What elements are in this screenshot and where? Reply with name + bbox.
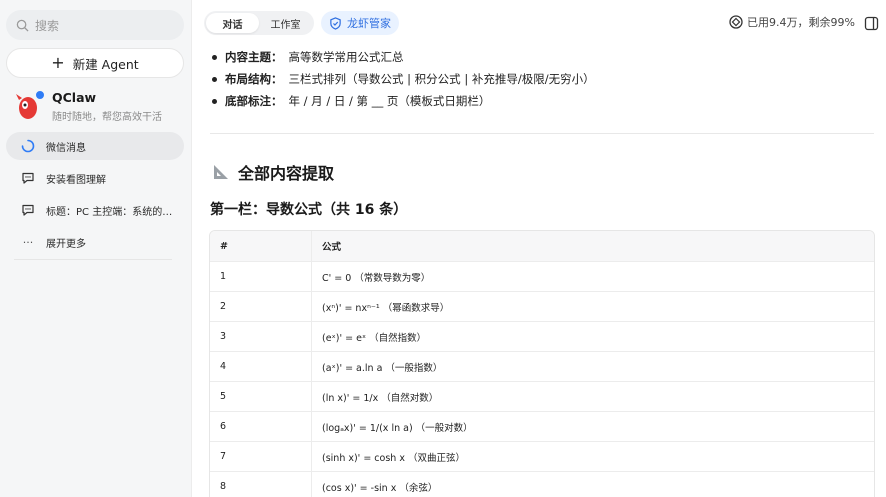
formula-table: # 公式 1 C' = 0 （常数导数为零） 2 (xⁿ)' = nxⁿ⁻¹ （… <box>209 230 875 497</box>
row-formula: (logₐx)' = 1/(x ln a) （一般对数） <box>322 422 473 434</box>
more-dots-icon: ··· <box>22 235 34 249</box>
row-formula: (aˣ)' = a.ln a （一般指数） <box>322 362 443 374</box>
table-row: 4 (aˣ)' = a.ln a （一般指数） <box>210 352 874 382</box>
status-dot <box>34 89 46 101</box>
agent-card[interactable]: QClaw 随时随地，帮您高效干活 <box>14 88 184 124</box>
list-item: 布局结构： 三栏式排列（导数公式 | 积分公式 | 补充推导/极限/无穷小） <box>210 68 876 90</box>
new-agent-label: 新建 Agent <box>72 56 139 72</box>
loading-icon <box>20 139 36 153</box>
sidebar-item-expand-more[interactable]: ··· 展开更多 <box>6 228 184 256</box>
table-row: 1 C' = 0 （常数导数为零） <box>210 262 874 292</box>
triangle-ruler-icon <box>214 165 228 179</box>
sidebar-item-title[interactable]: 标题：PC 主控端：系统的… <box>6 196 184 224</box>
shield-icon <box>330 16 341 30</box>
panel-toggle-icon[interactable] <box>864 16 879 35</box>
section-title: 全部内容提取 <box>238 164 335 183</box>
sub-heading: 第一栏：导数公式（共 16 条） <box>210 202 408 218</box>
row-number: 4 <box>210 352 312 381</box>
list-item: 底部标注： 年 / 月 / 日 / 第 __ 页（模板式日期栏） <box>210 90 876 112</box>
section-heading: 全部内容提取 <box>212 160 334 184</box>
table-row: 3 (eˣ)' = eˣ （自然指数） <box>210 322 874 352</box>
row-number: 2 <box>210 292 312 321</box>
mode-tabs: 对话 工作室 <box>204 11 314 35</box>
row-formula: (cos x)' = -sin x （余弦） <box>322 482 438 494</box>
bullet-key: 内容主题： <box>225 50 283 64</box>
search-icon <box>16 19 29 32</box>
bullet-key: 底部标注： <box>225 94 283 108</box>
chat-bubble-icon <box>20 203 36 217</box>
table-row: 2 (xⁿ)' = nxⁿ⁻¹ （幂函数求导） <box>210 292 874 322</box>
row-number: 5 <box>210 382 312 411</box>
sidebar-item-label: 展开更多 <box>46 238 86 250</box>
divider <box>210 133 874 134</box>
sidebar-item-label: 微信消息 <box>46 142 86 154</box>
row-formula: (xⁿ)' = nxⁿ⁻¹ （幂函数求导） <box>322 302 450 314</box>
bullet-value: 年 / 月 / 日 / 第 __ 页（模板式日期栏） <box>288 94 491 108</box>
row-formula: (ln x)' = 1/x （自然对数） <box>322 392 439 404</box>
message-content: 内容主题： 高等数学常用公式汇总 布局结构： 三栏式排列（导数公式 | 积分公式… <box>210 46 876 112</box>
table-row: 6 (logₐx)' = 1/(x ln a) （一般对数） <box>210 412 874 442</box>
plus-icon: + <box>51 53 65 72</box>
chat-bubble-icon <box>20 171 36 185</box>
row-number: 1 <box>210 262 312 291</box>
agent-subtitle: 随时随地，帮您高效干活 <box>52 111 162 123</box>
table-header-row: # 公式 <box>210 231 874 262</box>
sidebar: 搜索 + 新建 Agent QClaw 随时随地，帮您高效干活 微信消息 安装看… <box>0 0 192 497</box>
bullet-dot <box>212 76 217 82</box>
sidebar-item-wechat[interactable]: 微信消息 <box>6 132 184 160</box>
diamond-icon <box>729 15 743 29</box>
agent-name: QClaw <box>52 89 97 105</box>
sidebar-item-install[interactable]: 安装看图理解 <box>6 164 184 192</box>
bullet-dot <box>212 54 217 60</box>
row-number: 7 <box>210 442 312 471</box>
row-number: 8 <box>210 472 312 497</box>
bullet-value: 三栏式排列（导数公式 | 积分公式 | 补充推导/极限/无穷小） <box>288 72 595 86</box>
usage-text: 已用9.4万，剩余99% <box>747 16 855 29</box>
column-header: # <box>210 231 312 261</box>
search-placeholder: 搜索 <box>35 18 60 33</box>
usage-indicator[interactable]: 已用9.4万，剩余99% <box>729 14 855 30</box>
row-formula: (sinh x)' = cosh x （双曲正弦） <box>322 452 465 464</box>
sidebar-item-label: 标题：PC 主控端：系统的… <box>46 206 173 218</box>
tab-chat[interactable]: 对话 <box>206 13 259 33</box>
divider <box>14 259 172 260</box>
butler-label: 龙虾管家 <box>347 17 391 30</box>
list-item: 内容主题： 高等数学常用公式汇总 <box>210 46 876 68</box>
row-number: 3 <box>210 322 312 351</box>
avatar <box>14 89 46 121</box>
bullet-key: 布局结构： <box>225 72 283 86</box>
table-row: 5 (ln x)' = 1/x （自然对数） <box>210 382 874 412</box>
row-formula: (eˣ)' = eˣ （自然指数） <box>322 332 427 344</box>
sidebar-item-label: 安装看图理解 <box>46 174 106 186</box>
tab-studio[interactable]: 工作室 <box>259 13 312 33</box>
bullet-dot <box>212 98 217 104</box>
new-agent-button[interactable]: + 新建 Agent <box>6 48 184 78</box>
row-formula: C' = 0 （常数导数为零） <box>322 272 431 284</box>
bullet-value: 高等数学常用公式汇总 <box>288 50 404 64</box>
row-number: 6 <box>210 412 312 441</box>
butler-button[interactable]: 龙虾管家 <box>321 11 399 35</box>
column-header: 公式 <box>322 242 342 253</box>
table-row: 7 (sinh x)' = cosh x （双曲正弦） <box>210 442 874 472</box>
search-input[interactable]: 搜索 <box>6 10 184 40</box>
table-row: 8 (cos x)' = -sin x （余弦） <box>210 472 874 497</box>
